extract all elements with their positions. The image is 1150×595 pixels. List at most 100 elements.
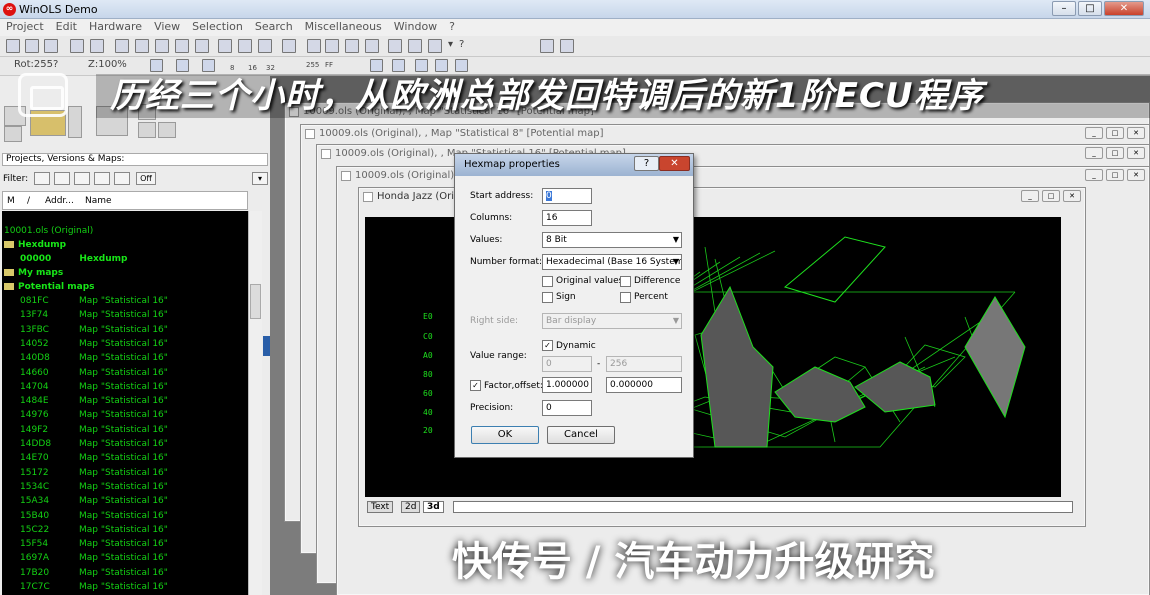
window-icon[interactable]	[70, 39, 84, 53]
bit-16[interactable]: 16	[248, 64, 257, 72]
percent-icon[interactable]	[415, 59, 428, 72]
next-icon[interactable]	[175, 39, 189, 53]
view-icon[interactable]	[202, 59, 215, 72]
minimize-button[interactable]: _	[1021, 190, 1039, 202]
bit-8[interactable]: 8	[230, 64, 234, 72]
menu-view[interactable]: View	[154, 19, 180, 36]
map-list-item[interactable]: 15A34 Map "Statistical 16"	[2, 495, 242, 508]
table-mode-icon[interactable]	[428, 39, 442, 53]
rewind-icon[interactable]	[115, 39, 129, 53]
difference-checkbox[interactable]	[620, 276, 631, 287]
column-sort[interactable]: /	[27, 196, 30, 206]
dialog-close-button[interactable]: ✕	[659, 156, 690, 171]
columns-input[interactable]: 16	[542, 210, 592, 226]
menu-miscellaneous[interactable]: Miscellaneous	[305, 19, 382, 36]
map-list-item[interactable]: 17B20 Map "Statistical 16"	[2, 567, 242, 580]
paste-icon[interactable]	[258, 39, 272, 53]
map-list-item[interactable]: 15C22 Map "Statistical 16"	[2, 524, 242, 537]
map-list-item[interactable]: 14660 Map "Statistical 16"	[2, 367, 242, 380]
precision-input[interactable]: 0	[542, 400, 592, 416]
filter-icon[interactable]	[94, 172, 110, 185]
ok-button[interactable]: OK	[471, 426, 539, 444]
menu-hardware[interactable]: Hardware	[89, 19, 142, 36]
view-icon[interactable]	[150, 59, 163, 72]
menu-selection[interactable]: Selection	[192, 19, 243, 36]
map-list-item[interactable]: 081FC Map "Statistical 16"	[2, 295, 242, 308]
text-mode-icon[interactable]	[388, 39, 402, 53]
map-list-item[interactable]: 14052 Map "Statistical 16"	[2, 338, 242, 351]
user-icon[interactable]	[325, 39, 339, 53]
bit-ff[interactable]: FF	[325, 61, 333, 69]
map-list-item[interactable]: 15B40 Map "Statistical 16"	[2, 510, 242, 523]
menu-edit[interactable]: Edit	[56, 19, 77, 36]
filter-off-button[interactable]: Off	[136, 172, 156, 185]
help-question[interactable]: ?	[459, 39, 464, 50]
column-address[interactable]: Addr...	[45, 196, 74, 206]
map-list-item[interactable]: 17C7C Map "Statistical 16"	[2, 581, 242, 594]
filter-dropdown-icon[interactable]: ▾	[252, 172, 268, 185]
left-icon[interactable]	[307, 39, 321, 53]
filter-icon[interactable]	[54, 172, 70, 185]
offset-input[interactable]: 0.000000	[606, 377, 682, 393]
menu-help[interactable]: ?	[449, 19, 455, 36]
rotation-label[interactable]: Rot:255?	[14, 59, 58, 70]
dropdown-arrow-icon[interactable]	[68, 106, 82, 138]
panel-selector[interactable]: Projects, Versions & Maps:	[2, 153, 268, 166]
tree-item-hexdump[interactable]: 00000 Hexdump	[20, 253, 127, 266]
maximize-button[interactable]: □	[1106, 127, 1124, 139]
scroll-thumb[interactable]	[250, 284, 261, 319]
user-icon[interactable]	[345, 39, 359, 53]
maximize-button[interactable]: □	[1078, 1, 1102, 16]
tab-3d[interactable]: 3d	[423, 501, 444, 513]
values-select[interactable]: 8 Bit ▼	[542, 232, 682, 248]
column-name[interactable]: Name	[85, 196, 112, 206]
copy-icon[interactable]	[238, 39, 252, 53]
map-list-item[interactable]: 1534C Map "Statistical 16"	[2, 481, 242, 494]
column-m[interactable]: M	[7, 196, 15, 206]
menu-project[interactable]: Project	[6, 19, 44, 36]
hilo-icon[interactable]	[370, 59, 383, 72]
context-help-icon[interactable]	[560, 39, 574, 53]
minimize-button[interactable]: _	[1085, 127, 1103, 139]
bit-32[interactable]: 32	[266, 64, 275, 72]
start-address-input[interactable]: 0	[542, 188, 592, 204]
grid-icon[interactable]	[155, 39, 169, 53]
filter-icon[interactable]	[34, 172, 50, 185]
fast-forward-icon[interactable]	[195, 39, 209, 53]
lock-icon[interactable]	[455, 59, 468, 72]
factor-offset-checkbox[interactable]: ✓	[470, 380, 481, 391]
small-tool-icon[interactable]	[138, 122, 156, 138]
tree-folder-potential-maps[interactable]: Potential maps	[4, 281, 95, 294]
text-view-icon[interactable]	[218, 39, 232, 53]
map-list-item[interactable]: 1484E Map "Statistical 16"	[2, 395, 242, 408]
right-icon[interactable]	[365, 39, 379, 53]
tree-folder-hexdump[interactable]: Hexdump	[4, 239, 66, 252]
tab-text[interactable]: Text	[367, 501, 394, 513]
tool-icon[interactable]	[6, 39, 20, 53]
map-list-item[interactable]: 140D8 Map "Statistical 16"	[2, 352, 242, 365]
map-list-item[interactable]: 14704 Map "Statistical 16"	[2, 381, 242, 394]
map-list-item[interactable]: 13FBC Map "Statistical 16"	[2, 324, 242, 337]
percent-checkbox[interactable]	[620, 292, 631, 303]
map-list-item[interactable]: 14976 Map "Statistical 16"	[2, 409, 242, 422]
view-icon[interactable]	[176, 59, 189, 72]
dynamic-checkbox[interactable]: ✓	[542, 340, 553, 351]
lock-icon[interactable]	[25, 39, 39, 53]
map-list-item[interactable]: 14E70 Map "Statistical 16"	[2, 452, 242, 465]
original-values-checkbox[interactable]	[542, 276, 553, 287]
tab-2d[interactable]: 2d	[401, 501, 421, 513]
dialog-help-button[interactable]: ?	[634, 156, 659, 171]
help-icon[interactable]	[540, 39, 554, 53]
range-from-input[interactable]: 0	[542, 356, 592, 372]
window-icon[interactable]	[90, 39, 104, 53]
map-list-item[interactable]: 14DD8 Map "Statistical 16"	[2, 438, 242, 451]
close-button[interactable]: ✕	[1063, 190, 1081, 202]
filter-icon[interactable]	[74, 172, 90, 185]
map-list-item[interactable]: 13F74 Map "Statistical 16"	[2, 309, 242, 322]
map-list-item[interactable]: 15F54 Map "Statistical 16"	[2, 538, 242, 551]
close-button[interactable]: ✕	[1127, 169, 1145, 181]
map-list-item[interactable]: 1697A Map "Statistical 16"	[2, 552, 242, 565]
number-format-select[interactable]: Hexadecimal (Base 16 System) ▼	[542, 254, 682, 270]
tree-scrollbar[interactable]	[248, 211, 262, 595]
horizontal-scrollbar[interactable]	[453, 501, 1073, 513]
